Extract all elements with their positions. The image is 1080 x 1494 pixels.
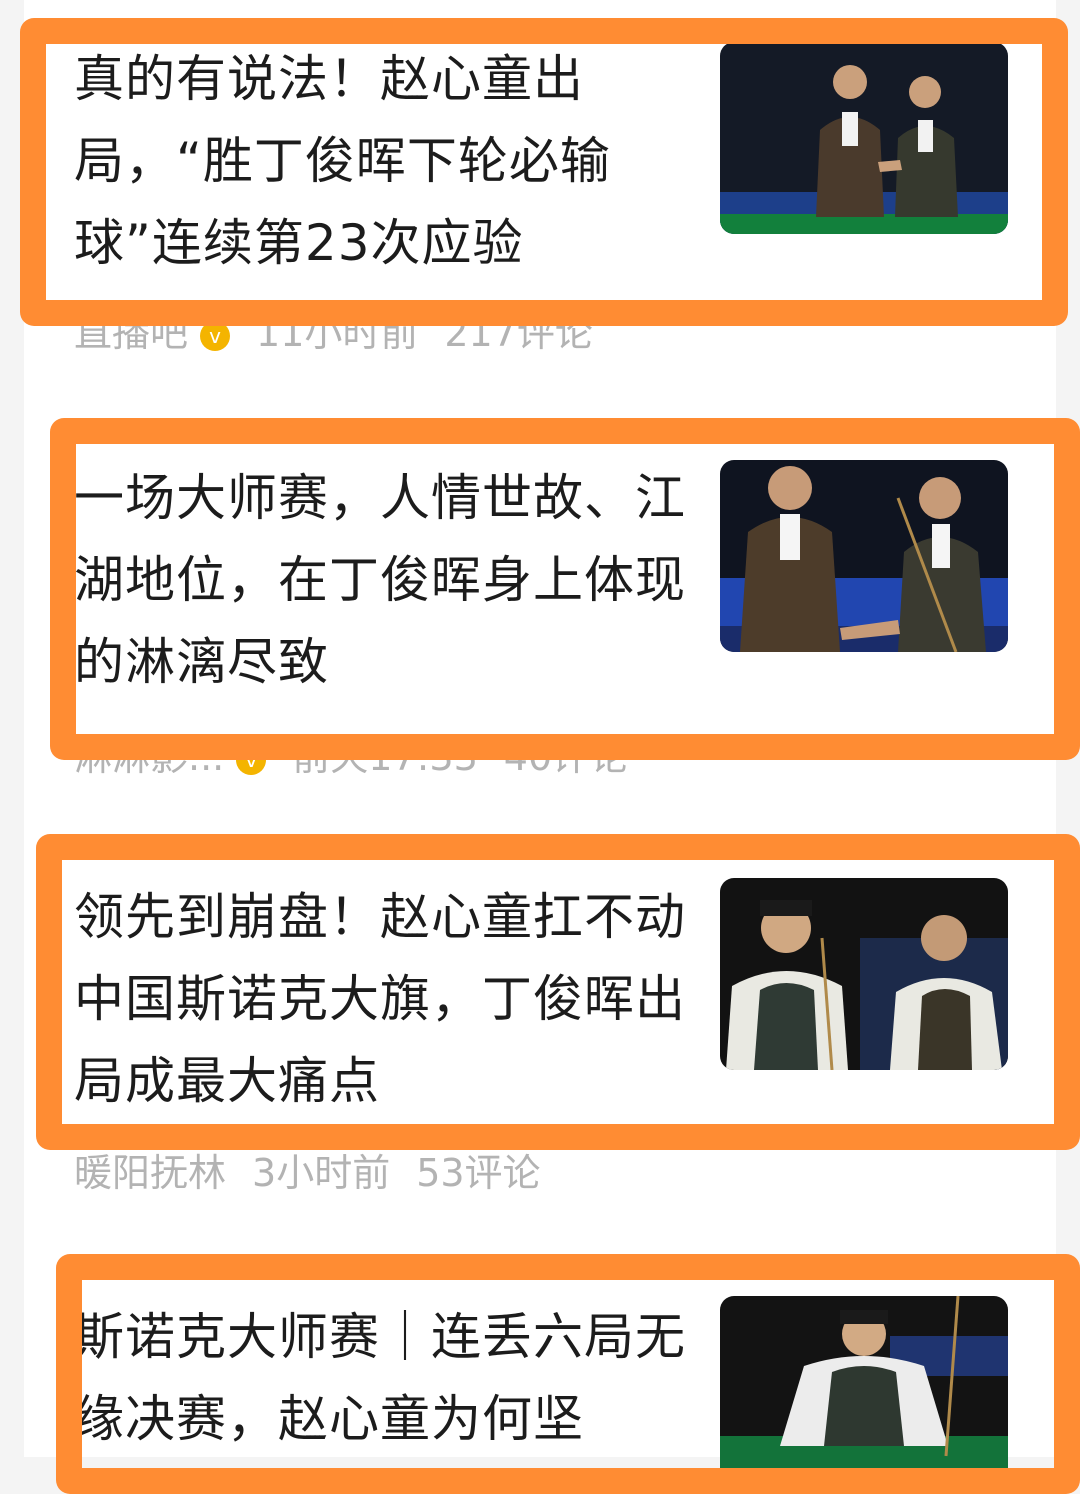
snooker-players-photo-icon [720,878,1008,1070]
news-item[interactable]: 真的有说法！赵心童出局，“胜丁俊晖下轮必输球”连续第23次应验 直播吧 v 11小时… [24,0,1056,400]
news-comment-count[interactable]: 53评论 [416,1151,540,1195]
news-source[interactable]: 直播吧 [74,311,188,355]
news-thumbnail[interactable] [720,42,1008,234]
news-source[interactable]: 暖阳抚林 [74,1151,226,1195]
news-meta: 暖阳抚林 3小时前 53评论 [74,1142,567,1197]
verified-badge-icon: v [236,744,267,775]
news-comment-count[interactable]: 40评论 [504,735,628,779]
news-title[interactable]: 斯诺克大师赛｜连丢六局无缘决赛，赵心童为何坚 [74,1296,694,1460]
news-title[interactable]: 真的有说法！赵心童出局，“胜丁俊晖下轮必输球”连续第23次应验 [74,38,694,284]
news-meta: 直播吧 v 11小时前 217评论 [74,302,619,357]
snooker-handshake-photo-icon [720,42,1008,234]
news-item[interactable]: 斯诺克大师赛｜连丢六局无缘决赛，赵心童为何坚 [24,1254,1056,1488]
snooker-player-at-table-photo-icon [720,1296,1008,1488]
news-time: 11小时前 [256,311,419,355]
news-title[interactable]: 领先到崩盘！赵心童扛不动中国斯诺克大旗，丁俊晖出局成最大痛点 [74,876,694,1122]
news-source[interactable]: 淋淋影... [74,735,224,779]
news-item[interactable]: 一场大师赛，人情世故、江湖地位，在丁俊晖身上体现的淋漓尽致 淋淋影... v 前天1… [24,418,1056,828]
news-thumbnail[interactable] [720,878,1008,1070]
news-item[interactable]: 领先到崩盘！赵心童扛不动中国斯诺克大旗，丁俊晖出局成最大痛点 暖阳抚林 3小时前 5… [24,836,1056,1236]
news-title[interactable]: 一场大师赛，人情世故、江湖地位，在丁俊晖身上体现的淋漓尽致 [74,457,694,703]
news-feed: 真的有说法！赵心童出局，“胜丁俊晖下轮必输球”连续第23次应验 直播吧 v 11小时… [24,0,1056,1488]
news-thumbnail[interactable] [720,1296,1008,1488]
snooker-handshake-photo-icon [720,460,1008,652]
news-time: 3小时前 [252,1151,391,1195]
news-comment-count[interactable]: 217评论 [444,311,593,355]
news-time: 前天17:33 [292,735,478,779]
news-meta: 淋淋影... v 前天17:33 40评论 [74,726,654,781]
news-thumbnail[interactable] [720,460,1008,652]
verified-badge-icon: v [200,320,231,351]
